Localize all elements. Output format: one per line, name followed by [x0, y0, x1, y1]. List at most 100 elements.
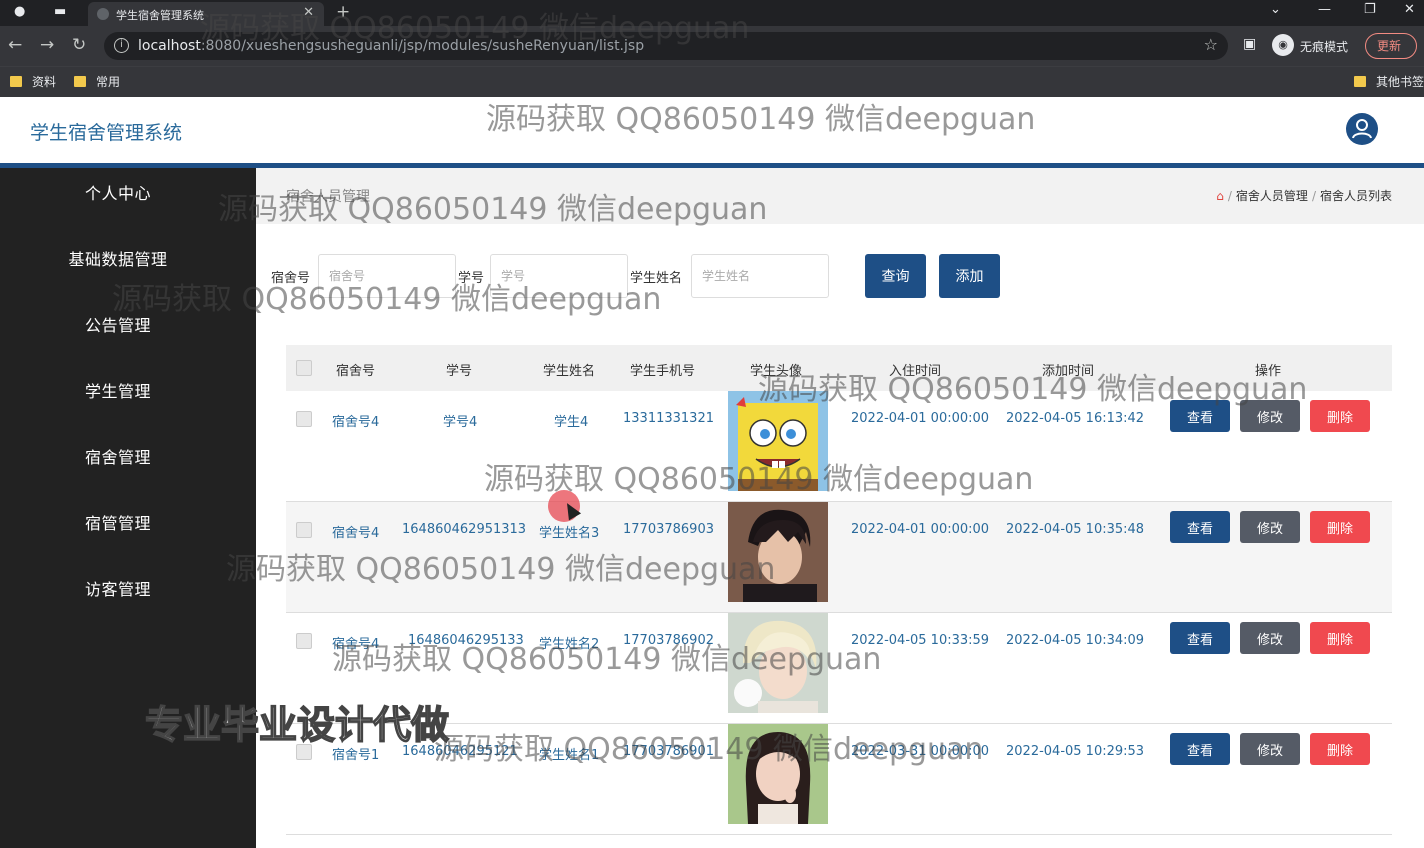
- row-checkbox[interactable]: [296, 633, 312, 649]
- query-button[interactable]: 查询: [865, 254, 926, 298]
- browser-tab[interactable]: 学生宿舍管理系统 ✕: [88, 2, 324, 26]
- view-button[interactable]: 查看: [1170, 622, 1230, 654]
- sidebar-item-dorms[interactable]: 宿舍管理: [0, 432, 236, 484]
- cell-phone: 17703786902: [623, 633, 714, 648]
- col-phone: 学生手机号: [630, 364, 696, 379]
- app-header: 学生宿舍管理系统: [0, 97, 1424, 163]
- incognito-icon[interactable]: ◉: [1272, 34, 1294, 56]
- sidebar-item-notices[interactable]: 公告管理: [0, 300, 236, 352]
- row-checkbox[interactable]: [296, 411, 312, 427]
- view-button[interactable]: 查看: [1170, 400, 1230, 432]
- student-name-label: 学生姓名: [630, 271, 683, 286]
- cell-name: 学生姓名3: [539, 526, 600, 541]
- delete-button[interactable]: 删除: [1310, 733, 1370, 765]
- minimize-icon[interactable]: —: [1318, 2, 1331, 17]
- close-tab-icon[interactable]: ✕: [303, 5, 314, 20]
- incognito-label: 无痕模式: [1300, 40, 1349, 54]
- site-info-icon[interactable]: i: [114, 38, 129, 53]
- cell-dorm: 宿舍号1: [332, 748, 380, 763]
- cell-phone: 17703786901: [623, 744, 714, 759]
- cell-name: 学生姓名2: [539, 637, 600, 652]
- url-text: localhost:8080/xueshengsusheguanli/jsp/m…: [138, 38, 645, 54]
- cell-added: 2022-04-05 10:35:48: [1006, 522, 1145, 537]
- col-added: 添加时间: [1042, 364, 1095, 379]
- sidebar-item-profile[interactable]: 个人中心: [0, 168, 236, 220]
- back-icon[interactable]: ←: [8, 35, 22, 55]
- sidebar: 个人中心 基础数据管理 公告管理 学生管理 宿舍管理 宿管管理 访客管理: [0, 168, 256, 848]
- view-button[interactable]: 查看: [1170, 733, 1230, 765]
- girl-portrait-avatar-image: [728, 724, 828, 824]
- folder-icon: [74, 76, 86, 87]
- view-button[interactable]: 查看: [1170, 511, 1230, 543]
- browser-tab-bar: ● ▬ 学生宿舍管理系统 ✕ + ⌄ — ❐ ✕: [0, 0, 1424, 26]
- cell-dorm: 宿舍号4: [332, 637, 380, 652]
- table-row: 宿舍号4 16486046295133 学生姓名2 17703786902 20…: [286, 613, 1392, 724]
- breadcrumb-item-current: 宿舍人员列表: [1319, 189, 1392, 203]
- sidebar-item-basic-data[interactable]: 基础数据管理: [0, 234, 236, 286]
- globe-icon[interactable]: ●: [14, 4, 25, 19]
- app-title: 学生宿舍管理系统: [30, 122, 183, 144]
- breadcrumb-item[interactable]: 宿舍人员管理: [1236, 189, 1308, 203]
- window-icon[interactable]: ▬: [54, 4, 66, 19]
- edit-button[interactable]: 修改: [1240, 733, 1300, 765]
- tab-title: 学生宿舍管理系统: [116, 9, 204, 22]
- col-avatar: 学生头像: [750, 364, 803, 379]
- cell-added: 2022-04-05 10:29:53: [1006, 744, 1145, 759]
- student-name-input[interactable]: [691, 254, 829, 298]
- student-no-label: 学号: [458, 271, 485, 286]
- sidebar-item-students[interactable]: 学生管理: [0, 366, 236, 418]
- col-actions: 操作: [1255, 364, 1282, 379]
- col-student-name: 学生姓名: [543, 364, 596, 379]
- user-avatar[interactable]: [1346, 113, 1378, 145]
- delete-button[interactable]: 删除: [1310, 511, 1370, 543]
- spongebob-avatar-image: [728, 391, 828, 491]
- other-bookmarks[interactable]: 其他书签: [1354, 73, 1424, 90]
- dark-hair-man-avatar-image: [728, 502, 828, 602]
- edit-button[interactable]: 修改: [1240, 622, 1300, 654]
- col-student-no: 学号: [446, 364, 473, 379]
- select-all-checkbox[interactable]: [296, 360, 312, 376]
- cell-checkin: 2022-04-05 10:33:59: [851, 633, 990, 648]
- edit-button[interactable]: 修改: [1240, 511, 1300, 543]
- reload-icon[interactable]: ↻: [72, 35, 86, 55]
- bookmarks-bar: 资料 常用 其他书签: [0, 66, 1424, 97]
- bookmark-folder-1[interactable]: 资料: [10, 73, 56, 90]
- bookmark-star-icon[interactable]: ☆: [1204, 35, 1218, 54]
- folder-icon: [10, 76, 22, 87]
- cell-added: 2022-04-05 10:34:09: [1006, 633, 1145, 648]
- row-checkbox[interactable]: [296, 522, 312, 538]
- folder-icon: [1354, 76, 1366, 87]
- new-tab-icon[interactable]: +: [336, 2, 350, 22]
- address-bar[interactable]: i localhost:8080/xueshengsusheguanli/jsp…: [104, 32, 1228, 60]
- sidepanel-icon[interactable]: ▣: [1243, 36, 1256, 52]
- dorm-input[interactable]: [318, 254, 456, 298]
- user-icon: [1352, 119, 1372, 139]
- window-close-icon[interactable]: ✕: [1404, 2, 1415, 17]
- delete-button[interactable]: 删除: [1310, 622, 1370, 654]
- row-checkbox[interactable]: [296, 744, 312, 760]
- forward-icon[interactable]: →: [40, 35, 54, 55]
- edit-button[interactable]: 修改: [1240, 400, 1300, 432]
- delete-button[interactable]: 删除: [1310, 400, 1370, 432]
- home-icon[interactable]: ⌂: [1216, 189, 1224, 203]
- sidebar-item-dorm-managers[interactable]: 宿管管理: [0, 498, 236, 550]
- add-button[interactable]: 添加: [939, 254, 1000, 298]
- update-button[interactable]: 更新: [1365, 33, 1417, 59]
- blonde-person-avatar-image: [728, 613, 828, 713]
- dorm-label: 宿舍号: [271, 271, 311, 286]
- cell-student-no: 16486046295133: [408, 633, 524, 648]
- cell-checkin: 2022-04-01 00:00:00: [851, 411, 990, 426]
- page-title: 宿舍人员管理: [286, 189, 370, 205]
- bookmark-folder-2[interactable]: 常用: [74, 73, 120, 90]
- cell-added: 2022-04-05 16:13:42: [1006, 411, 1145, 426]
- restore-icon[interactable]: ❐: [1364, 2, 1376, 17]
- table-row: 宿舍号4 164860462951313 学生姓名3 17703786903 2…: [286, 502, 1392, 613]
- main-content: 宿舍人员管理 ⌂/宿舍人员管理/宿舍人员列表 宿舍号 学号 学生姓名 查询 添加…: [256, 168, 1424, 848]
- table-row: 宿舍号4 学号4 学生4 13311331321 2022-04-01 00:0…: [286, 391, 1392, 502]
- cell-name: 学生4: [554, 415, 589, 430]
- student-no-input[interactable]: [490, 254, 628, 298]
- sidebar-item-visitors[interactable]: 访客管理: [0, 564, 236, 616]
- tab-search-icon[interactable]: ⌄: [1270, 2, 1281, 17]
- cell-checkin: 2022-03-31 00:00:00: [851, 744, 990, 759]
- cell-dorm: 宿舍号4: [332, 526, 380, 541]
